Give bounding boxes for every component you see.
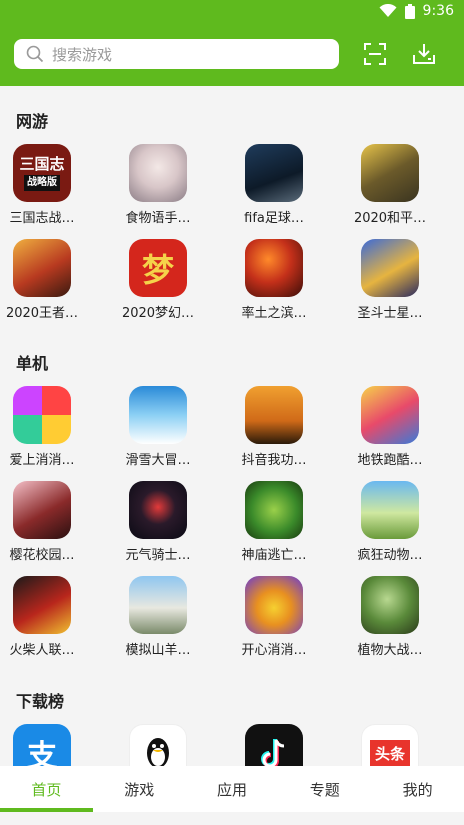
app-item[interactable]: 火柴人联… — [0, 576, 87, 658]
app-name: 三国志战… — [9, 211, 75, 226]
download-icon — [413, 44, 435, 64]
app-item[interactable]: 地铁跑酷… — [345, 386, 435, 468]
app-icon — [361, 144, 419, 202]
search-placeholder: 搜索游戏 — [52, 45, 113, 64]
app-icon — [129, 481, 187, 539]
app-name: 植物大战… — [357, 643, 423, 658]
app-name: 樱花校园… — [9, 548, 75, 563]
app-item[interactable]: 元气骑士… — [113, 481, 203, 563]
app-icon — [245, 144, 303, 202]
section-title-ranking: 下载榜 — [16, 692, 65, 711]
app-name: 模拟山羊… — [125, 643, 191, 658]
app-icon — [245, 239, 303, 297]
app-name: 滑雪大冒… — [125, 453, 191, 468]
app-name: fifa足球… — [244, 211, 304, 226]
app-icon — [13, 481, 71, 539]
app-icon — [129, 386, 187, 444]
app-item[interactable]: 樱花校园… — [0, 481, 87, 563]
app-name: 2020王者… — [5, 306, 79, 321]
bottom-bar-fill — [0, 812, 464, 825]
app-item[interactable]: 神庙逃亡… — [229, 481, 319, 563]
app-name: 火柴人联… — [9, 643, 75, 658]
app-icon — [13, 239, 71, 297]
app-icon — [361, 576, 419, 634]
app-icon — [13, 576, 71, 634]
icon-text: 头条 — [369, 739, 410, 766]
app-icon — [361, 386, 419, 444]
app-item[interactable]: 三国志 战略版 三国志战… — [0, 144, 87, 226]
app-item[interactable] — [229, 724, 319, 766]
app-name: 抖音我功… — [241, 453, 307, 468]
app-icon — [245, 576, 303, 634]
tiktok-icon — [245, 724, 303, 766]
scan-icon — [364, 43, 386, 65]
app-item[interactable]: fifa足球… — [229, 144, 319, 226]
status-icons: 9:36 — [379, 3, 454, 19]
app-name: 食物语手… — [125, 211, 191, 226]
icon-text: 三国志 — [19, 154, 65, 173]
app-name: 疯狂动物… — [357, 548, 423, 563]
app-item[interactable] — [113, 724, 203, 766]
qq-icon — [129, 724, 187, 766]
app-item[interactable]: 爱上消消… — [0, 386, 87, 468]
app-item[interactable]: 开心消消… — [229, 576, 319, 658]
section-title-online: 网游 — [16, 112, 49, 131]
app-name: 2020梦幻… — [121, 306, 195, 321]
icon-text: 梦 — [141, 251, 174, 289]
app-item[interactable]: 抖音我功… — [229, 386, 319, 468]
app-name: 元气骑士… — [125, 548, 191, 563]
app-icon — [13, 386, 71, 444]
app-item[interactable]: 头条 — [345, 724, 435, 766]
alipay-icon: 支 — [13, 724, 71, 766]
bottom-tab-bar: 首页 游戏 应用 专题 我的 — [0, 766, 464, 812]
icon-text: 支 — [27, 739, 57, 766]
app-item[interactable]: 植物大战… — [345, 576, 435, 658]
battery-icon — [404, 3, 415, 19]
scan-button[interactable] — [361, 40, 389, 68]
status-time: 9:36 — [422, 3, 454, 19]
app-item[interactable]: 梦 2020梦幻… — [113, 239, 203, 321]
app-item[interactable]: 2020王者… — [0, 239, 87, 321]
section-title-single: 单机 — [16, 354, 49, 373]
app-icon — [129, 144, 187, 202]
app-icon: 梦 — [129, 239, 187, 297]
tab-games[interactable]: 游戏 — [93, 766, 186, 812]
app-item[interactable]: 2020和平… — [345, 144, 435, 226]
status-bar: 9:36 — [0, 0, 464, 24]
top-header: 搜索游戏 — [0, 24, 464, 86]
app-name: 圣斗士星… — [357, 306, 423, 321]
toutiao-icon: 头条 — [361, 724, 419, 766]
app-item[interactable]: 率土之滨… — [229, 239, 319, 321]
app-item[interactable]: 支 — [0, 724, 87, 766]
penguin-icon — [147, 738, 169, 766]
search-icon — [26, 45, 44, 63]
app-name: 地铁跑酷… — [357, 453, 423, 468]
app-item[interactable]: 食物语手… — [113, 144, 203, 226]
download-button[interactable] — [410, 40, 438, 68]
main-content: 网游 三国志 战略版 三国志战… 食物语手… fifa足球… 2020和平… 2… — [0, 86, 464, 766]
search-input[interactable]: 搜索游戏 — [14, 39, 339, 69]
app-icon — [361, 481, 419, 539]
app-name: 神庙逃亡… — [241, 548, 307, 563]
wifi-icon — [379, 4, 397, 17]
app-item[interactable]: 滑雪大冒… — [113, 386, 203, 468]
app-item[interactable]: 疯狂动物… — [345, 481, 435, 563]
app-name: 爱上消消… — [9, 453, 75, 468]
app-name: 2020和平… — [353, 211, 427, 226]
tab-apps[interactable]: 应用 — [186, 766, 279, 812]
app-name: 率土之滨… — [241, 306, 307, 321]
tab-mine[interactable]: 我的 — [371, 766, 464, 812]
app-name: 开心消消… — [241, 643, 307, 658]
tab-topics[interactable]: 专题 — [278, 766, 371, 812]
app-item[interactable]: 模拟山羊… — [113, 576, 203, 658]
app-icon: 三国志 战略版 — [13, 144, 71, 202]
music-note-icon — [261, 739, 285, 766]
app-icon — [245, 481, 303, 539]
app-icon — [361, 239, 419, 297]
app-item[interactable]: 圣斗士星… — [345, 239, 435, 321]
app-icon — [129, 576, 187, 634]
icon-text: 战略版 — [24, 174, 60, 191]
app-icon — [245, 386, 303, 444]
tab-home[interactable]: 首页 — [0, 766, 93, 812]
